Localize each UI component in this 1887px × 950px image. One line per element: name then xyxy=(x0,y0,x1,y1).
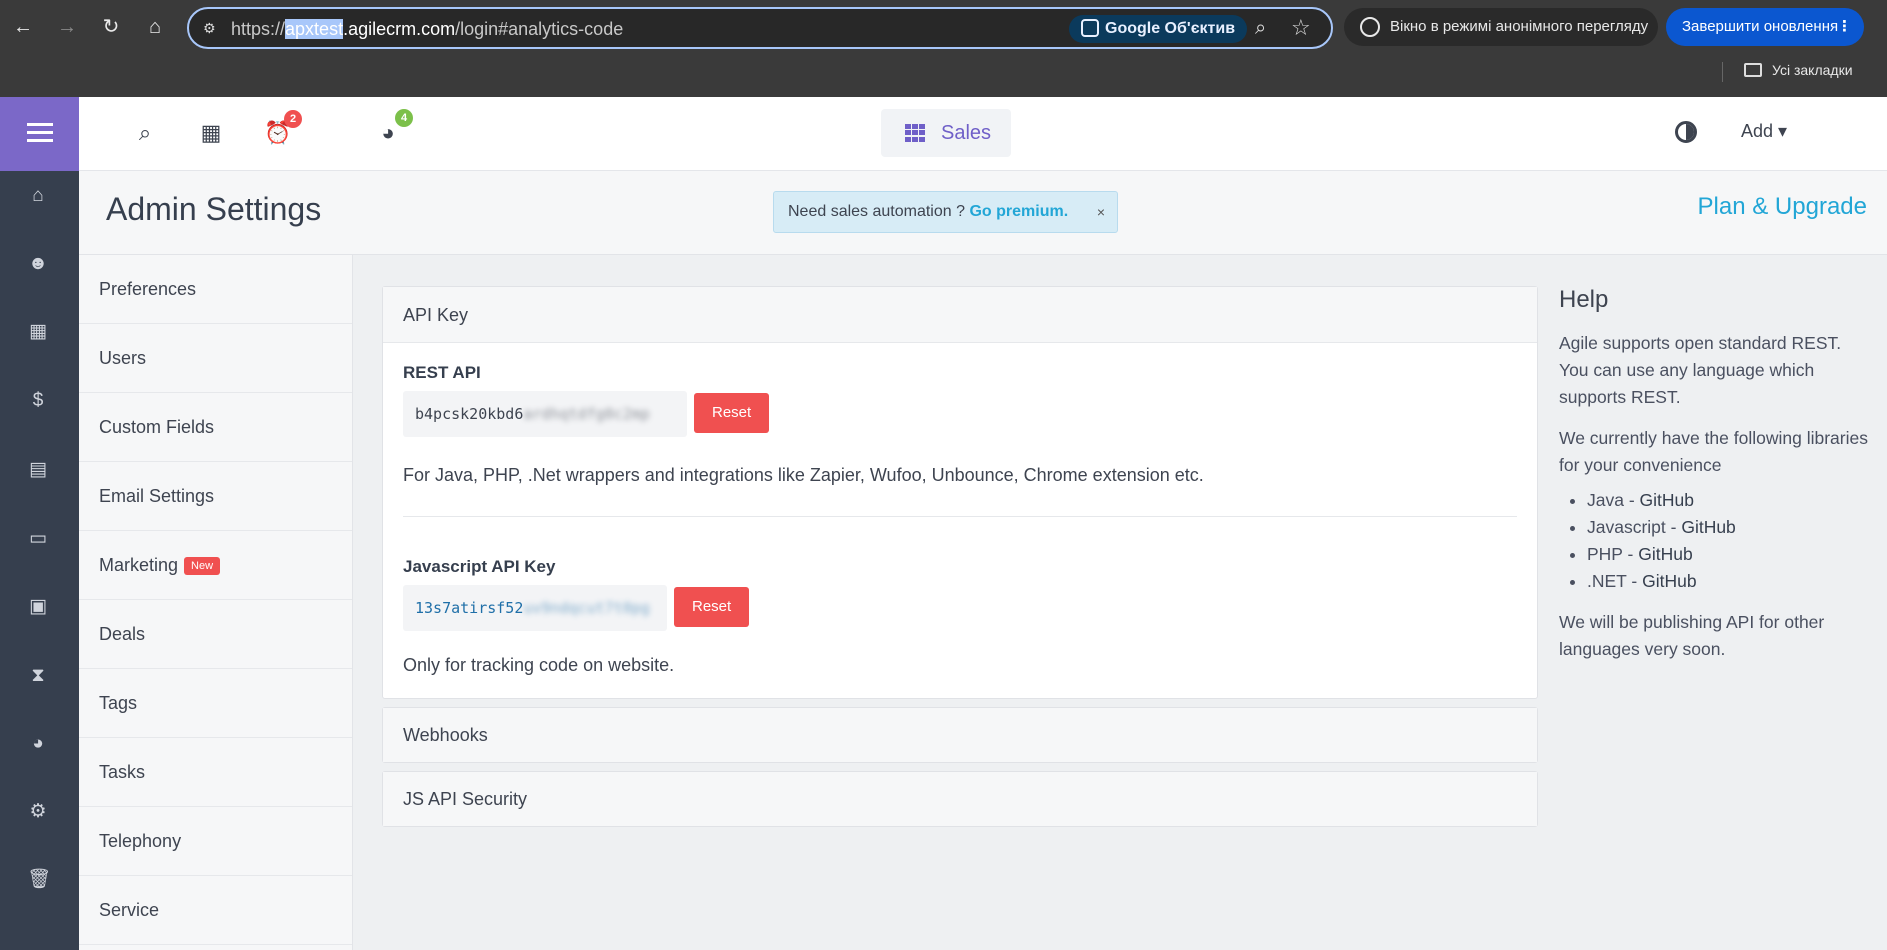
settings-nav-icon[interactable]: ⚙ xyxy=(27,801,49,823)
js-api-reset-button[interactable]: Reset xyxy=(674,587,750,627)
reports-badge: 4 xyxy=(395,109,413,127)
add-dropdown-button[interactable]: Add ▾ xyxy=(1741,121,1787,142)
help-paragraph-libraries: We currently have the following librarie… xyxy=(1559,428,1868,475)
sales-switcher-button[interactable]: Sales xyxy=(881,109,1011,157)
library-item-php: PHP - GitHub xyxy=(1587,541,1869,568)
api-key-panel-header[interactable]: API Key xyxy=(383,287,1537,343)
github-link[interactable]: GitHub xyxy=(1642,571,1696,591)
settings-nav-users[interactable]: Users xyxy=(79,324,352,393)
forward-icon[interactable]: → xyxy=(54,14,80,40)
help-paragraph-future: We will be publishing API for other lang… xyxy=(1559,612,1825,659)
settings-nav-service[interactable]: Service xyxy=(79,876,352,945)
library-item-javascript: Javascript - GitHub xyxy=(1587,514,1869,541)
app-root: ⌂ ☻ ▦ $ ▤ ▭ ▣ ⧗ ◕ ⚙ 🗑 ⌕ ▦ ⏰ 2 ◕ 4 Sales … xyxy=(0,97,1887,950)
github-link[interactable]: GitHub xyxy=(1638,544,1692,564)
webhooks-panel-header[interactable]: Webhooks xyxy=(383,708,1537,762)
reload-icon[interactable]: ↻ xyxy=(98,14,124,40)
finish-update-button[interactable]: Завершити оновлення ⋮ xyxy=(1666,8,1864,46)
js-api-label: Javascript API Key xyxy=(403,557,556,576)
plan-upgrade-link[interactable]: Plan & Upgrade xyxy=(1698,193,1867,221)
settings-nav-marketing[interactable]: Marketing New xyxy=(79,531,352,600)
contacts-nav-icon[interactable]: ☻ xyxy=(27,253,49,275)
help-title: Help xyxy=(1559,286,1609,313)
folder-icon xyxy=(1744,63,1762,77)
js-api-description: Only for tracking code on website. xyxy=(403,655,675,675)
close-icon[interactable]: × xyxy=(1097,192,1105,232)
rest-api-key-field[interactable]: b4pcsk20kbd6ardhqtdfg0c2mp xyxy=(403,391,687,437)
calendar-icon[interactable]: ▦ xyxy=(197,119,225,147)
rest-api-label: REST API xyxy=(403,363,481,382)
activities-nav-icon[interactable]: ⧗ xyxy=(27,665,49,687)
incognito-indicator[interactable]: Вікно в режимі анонімного перегляду xyxy=(1344,8,1658,46)
section-divider xyxy=(403,516,1517,517)
library-list: Java - GitHub Javascript - GitHub PHP - … xyxy=(1587,487,1869,595)
rest-api-reset-button[interactable]: Reset xyxy=(694,393,770,433)
zoom-icon[interactable]: ⌕ xyxy=(1255,17,1266,40)
settings-nav-telephony[interactable]: Telephony xyxy=(79,807,352,876)
github-link[interactable]: GitHub xyxy=(1640,490,1694,510)
site-settings-icon[interactable]: ⚙ xyxy=(203,20,221,36)
main-content: API Key REST API b4pcsk20kbd6ardhqtdfg0c… xyxy=(382,286,1538,827)
page-header: Admin Settings Need sales automation ? G… xyxy=(79,171,1887,255)
inbox-nav-icon[interactable]: ▭ xyxy=(27,528,49,550)
settings-nav-custom-fields[interactable]: Custom Fields xyxy=(79,393,352,462)
documents-nav-icon[interactable]: ▤ xyxy=(27,459,49,481)
js-api-security-panel-header[interactable]: JS API Security xyxy=(383,772,1537,826)
back-icon[interactable]: ← xyxy=(10,14,36,40)
calendar-nav-icon[interactable]: ▣ xyxy=(27,596,49,618)
bookmark-star-icon[interactable]: ☆ xyxy=(1291,15,1311,41)
settings-nav-tasks[interactable]: Tasks xyxy=(79,738,352,807)
left-nav: ⌂ ☻ ▦ $ ▤ ▭ ▣ ⧗ ◕ ⚙ 🗑 xyxy=(0,97,79,950)
deals-nav-icon[interactable]: $ xyxy=(27,390,49,412)
api-key-panel-body: REST API b4pcsk20kbd6ardhqtdfg0c2mp Rese… xyxy=(383,343,1537,698)
settings-nav-deals[interactable]: Deals xyxy=(79,600,352,669)
tasks-badge: 2 xyxy=(284,110,302,128)
browser-chrome: ← → ↻ ⌂ ⚙ https://apxtest.agilecrm.com/l… xyxy=(0,0,1887,97)
library-item-java: Java - GitHub xyxy=(1587,487,1869,514)
grid-icon xyxy=(905,124,925,142)
reports-nav-icon[interactable]: ◕ xyxy=(27,733,49,755)
theme-toggle-icon[interactable] xyxy=(1675,121,1697,143)
google-lens-button[interactable]: Google Об'єктив xyxy=(1069,15,1248,43)
settings-nav-tags[interactable]: Tags xyxy=(79,669,352,738)
api-key-panel: API Key REST API b4pcsk20kbd6ardhqtdfg0c… xyxy=(382,286,1538,699)
menu-toggle-button[interactable] xyxy=(0,97,79,171)
all-bookmarks-button[interactable]: Усі закладки xyxy=(1744,62,1853,78)
go-premium-link[interactable]: Go premium. xyxy=(969,203,1068,220)
bookmarks-divider xyxy=(1722,62,1723,82)
companies-nav-icon[interactable]: ▦ xyxy=(27,321,49,343)
address-bar[interactable]: ⚙ https://apxtest.agilecrm.com/login#ana… xyxy=(187,7,1333,49)
new-badge: New xyxy=(184,557,221,575)
settings-nav: Preferences Users Custom Fields Email Se… xyxy=(79,255,353,950)
js-api-security-panel[interactable]: JS API Security xyxy=(382,771,1538,827)
top-bar: ⌕ ▦ ⏰ 2 ◕ 4 Sales Add ▾ xyxy=(79,97,1887,171)
search-icon[interactable]: ⌕ xyxy=(131,119,159,147)
premium-promo-banner: Need sales automation ? Go premium. × xyxy=(773,191,1118,233)
help-paragraph-rest: Agile supports open standard REST. You c… xyxy=(1559,333,1842,407)
rest-api-key-row: b4pcsk20kbd6ardhqtdfg0c2mp Reset xyxy=(403,391,1517,437)
settings-nav-preferences[interactable]: Preferences xyxy=(79,255,352,324)
incognito-icon xyxy=(1360,17,1380,37)
trash-nav-icon[interactable]: 🗑 xyxy=(27,869,51,891)
library-item-dotnet: .NET - GitHub xyxy=(1587,568,1869,595)
home-nav-icon[interactable]: ⌂ xyxy=(27,185,49,207)
lens-icon xyxy=(1081,19,1099,37)
js-api-key-field[interactable]: 13s7atirsf52uv9ndqcut7t0pg xyxy=(403,585,667,631)
url-text[interactable]: https://apxtest.agilecrm.com/login#analy… xyxy=(231,19,623,40)
settings-nav-email-settings[interactable]: Email Settings xyxy=(79,462,352,531)
help-sidebar: Help Agile supports open standard REST. … xyxy=(1559,286,1869,677)
github-link[interactable]: GitHub xyxy=(1681,517,1735,537)
page-title: Admin Settings xyxy=(106,191,322,227)
js-api-key-row: 13s7atirsf52uv9ndqcut7t0pg Reset xyxy=(403,585,1517,631)
webhooks-panel[interactable]: Webhooks xyxy=(382,707,1538,763)
home-icon[interactable]: ⌂ xyxy=(142,14,168,40)
rest-api-description: For Java, PHP, .Net wrappers and integra… xyxy=(403,465,1204,485)
more-menu-icon[interactable]: ⋮ xyxy=(1837,8,1852,46)
